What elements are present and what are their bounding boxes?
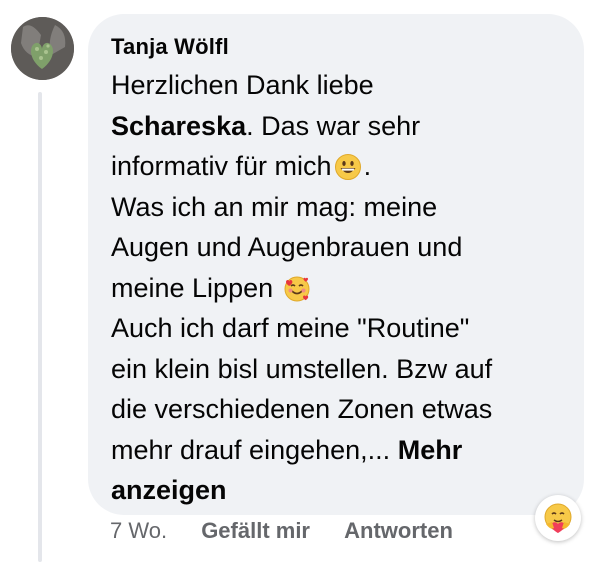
- comment-bubble: Tanja Wölfl Herzlichen Dank liebe Schare…: [88, 14, 584, 515]
- grinning-face-icon: [334, 154, 361, 180]
- see-more-link[interactable]: anzeigen: [111, 475, 227, 505]
- comment-line: Augen und Augenbrauen und: [111, 232, 463, 262]
- avatar-image: [11, 17, 74, 80]
- comment-author[interactable]: Tanja Wölfl: [111, 34, 229, 60]
- comment-line: meine Lippen: [111, 268, 571, 309]
- smiling-face-with-hearts-icon: [284, 276, 310, 301]
- comment-line: die verschiedenen Zonen etwas: [111, 394, 493, 424]
- comment-text-fragment: . Das war sehr: [246, 110, 421, 141]
- comment-text-fragment: .: [363, 151, 372, 181]
- comment-line: ein klein bisl umstellen. Bzw auf: [111, 353, 493, 384]
- comment-footer: 7 Wo. Gefällt mir Antworten: [110, 518, 481, 544]
- comment-text-fragment: meine Lippen: [111, 272, 274, 303]
- thread-line: [38, 92, 42, 562]
- comment-line: anzeigen: [111, 470, 571, 511]
- care-reaction-icon[interactable]: [535, 495, 581, 541]
- comment-line: Herzlichen Dank liebe: [111, 70, 374, 100]
- care-reaction-glyph: [544, 503, 572, 533]
- mention-name[interactable]: Schareska: [111, 111, 246, 141]
- comment-text: Herzlichen Dank liebe Schareska. Das war…: [111, 65, 571, 511]
- like-button[interactable]: Gefällt mir: [201, 518, 310, 543]
- comment-line: informativ für mich.: [111, 146, 571, 187]
- comment-timestamp[interactable]: 7 Wo.: [110, 518, 167, 543]
- see-more-link[interactable]: Mehr: [398, 435, 463, 465]
- reply-button[interactable]: Antworten: [344, 518, 453, 543]
- comment-text-fragment: informativ für mich: [111, 151, 332, 181]
- avatar[interactable]: [11, 17, 74, 80]
- comment-line: Schareska. Das war sehr: [111, 106, 571, 147]
- comment-text-fragment: mehr drauf eingehen,...: [111, 434, 391, 465]
- comment-line: mehr drauf eingehen,... Mehr: [111, 430, 571, 471]
- comment-line: Was ich an mir mag: meine: [111, 191, 438, 222]
- comment-line: Auch ich darf meine "Routine": [111, 313, 470, 343]
